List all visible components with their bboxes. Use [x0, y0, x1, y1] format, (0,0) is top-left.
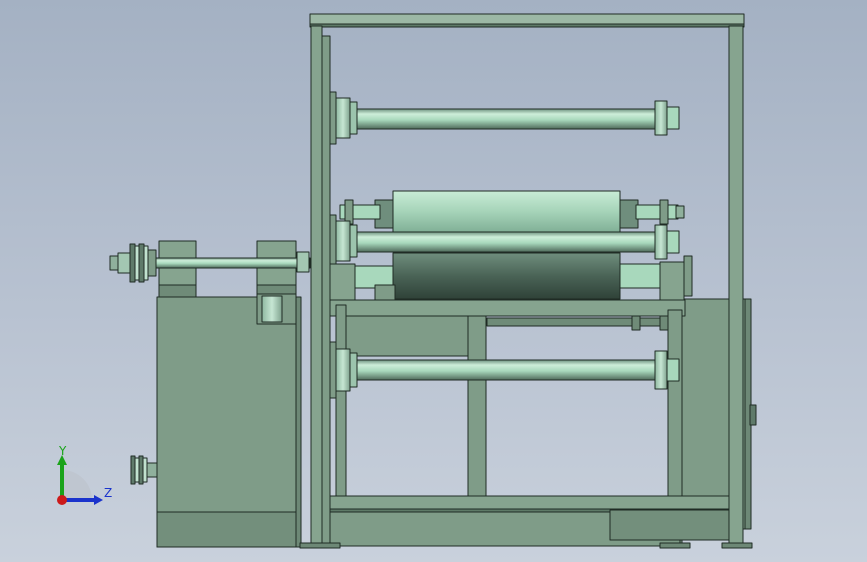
cad-viewport[interactable]: Y Z — [0, 0, 867, 562]
upper-bearing-blocks — [158, 240, 297, 298]
lower-bearing — [256, 293, 297, 325]
y-axis-label: Y — [58, 444, 67, 458]
lower-frame — [319, 299, 731, 547]
right-cabinet — [679, 298, 757, 530]
top-roller — [329, 91, 680, 145]
axis-triad: Y Z — [57, 444, 112, 505]
lower-pulley — [130, 455, 158, 485]
z-axis-label: Z — [104, 486, 112, 500]
machine-drawing: Y Z — [57, 13, 757, 549]
x-axis-origin — [57, 495, 67, 505]
z-axis-head — [94, 495, 103, 505]
left-gearbox-housing — [156, 296, 302, 548]
